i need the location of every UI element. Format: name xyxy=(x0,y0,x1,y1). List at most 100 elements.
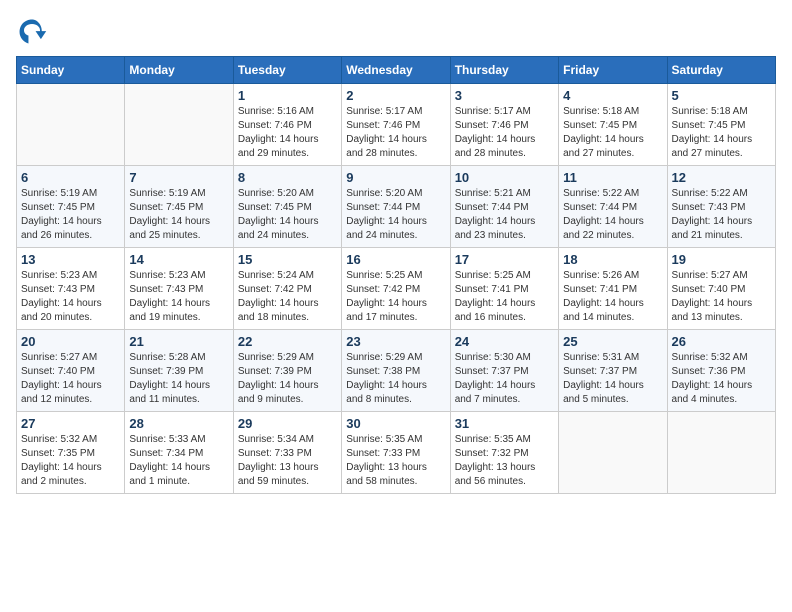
calendar-cell: 15 Sunrise: 5:24 AMSunset: 7:42 PMDayligh… xyxy=(233,248,341,330)
cell-content: Sunrise: 5:23 AMSunset: 7:43 PMDaylight:… xyxy=(129,269,228,325)
col-header-tuesday: Tuesday xyxy=(233,57,341,84)
cell-content: Sunrise: 5:26 AMSunset: 7:41 PMDaylight:… xyxy=(563,269,662,325)
calendar-cell: 16 Sunrise: 5:25 AMSunset: 7:42 PMDayligh… xyxy=(342,248,450,330)
page-header xyxy=(16,16,776,48)
calendar-cell: 9 Sunrise: 5:20 AMSunset: 7:44 PMDaylight… xyxy=(342,166,450,248)
day-number: 5 xyxy=(672,88,771,103)
calendar-cell xyxy=(667,412,775,494)
cell-content: Sunrise: 5:27 AMSunset: 7:40 PMDaylight:… xyxy=(21,351,120,407)
day-number: 6 xyxy=(21,170,120,185)
day-number: 10 xyxy=(455,170,554,185)
calendar-cell: 24 Sunrise: 5:30 AMSunset: 7:37 PMDayligh… xyxy=(450,330,558,412)
cell-content: Sunrise: 5:33 AMSunset: 7:34 PMDaylight:… xyxy=(129,433,228,489)
calendar-cell: 20 Sunrise: 5:27 AMSunset: 7:40 PMDayligh… xyxy=(17,330,125,412)
calendar-header: SundayMondayTuesdayWednesdayThursdayFrid… xyxy=(17,57,776,84)
calendar-cell: 1 Sunrise: 5:16 AMSunset: 7:46 PMDaylight… xyxy=(233,84,341,166)
calendar-cell: 26 Sunrise: 5:32 AMSunset: 7:36 PMDayligh… xyxy=(667,330,775,412)
day-number: 16 xyxy=(346,252,445,267)
cell-content: Sunrise: 5:32 AMSunset: 7:36 PMDaylight:… xyxy=(672,351,771,407)
cell-content: Sunrise: 5:35 AMSunset: 7:32 PMDaylight:… xyxy=(455,433,554,489)
cell-content: Sunrise: 5:18 AMSunset: 7:45 PMDaylight:… xyxy=(672,105,771,161)
cell-content: Sunrise: 5:25 AMSunset: 7:41 PMDaylight:… xyxy=(455,269,554,325)
cell-content: Sunrise: 5:19 AMSunset: 7:45 PMDaylight:… xyxy=(129,187,228,243)
calendar-cell xyxy=(559,412,667,494)
header-row: SundayMondayTuesdayWednesdayThursdayFrid… xyxy=(17,57,776,84)
cell-content: Sunrise: 5:20 AMSunset: 7:44 PMDaylight:… xyxy=(346,187,445,243)
cell-content: Sunrise: 5:35 AMSunset: 7:33 PMDaylight:… xyxy=(346,433,445,489)
cell-content: Sunrise: 5:25 AMSunset: 7:42 PMDaylight:… xyxy=(346,269,445,325)
day-number: 9 xyxy=(346,170,445,185)
col-header-friday: Friday xyxy=(559,57,667,84)
day-number: 29 xyxy=(238,416,337,431)
week-row-1: 1 Sunrise: 5:16 AMSunset: 7:46 PMDaylight… xyxy=(17,84,776,166)
cell-content: Sunrise: 5:17 AMSunset: 7:46 PMDaylight:… xyxy=(346,105,445,161)
day-number: 19 xyxy=(672,252,771,267)
day-number: 13 xyxy=(21,252,120,267)
col-header-wednesday: Wednesday xyxy=(342,57,450,84)
calendar-table: SundayMondayTuesdayWednesdayThursdayFrid… xyxy=(16,56,776,494)
week-row-2: 6 Sunrise: 5:19 AMSunset: 7:45 PMDaylight… xyxy=(17,166,776,248)
col-header-sunday: Sunday xyxy=(17,57,125,84)
day-number: 22 xyxy=(238,334,337,349)
calendar-cell: 30 Sunrise: 5:35 AMSunset: 7:33 PMDayligh… xyxy=(342,412,450,494)
calendar-cell: 29 Sunrise: 5:34 AMSunset: 7:33 PMDayligh… xyxy=(233,412,341,494)
cell-content: Sunrise: 5:17 AMSunset: 7:46 PMDaylight:… xyxy=(455,105,554,161)
calendar-cell: 28 Sunrise: 5:33 AMSunset: 7:34 PMDayligh… xyxy=(125,412,233,494)
cell-content: Sunrise: 5:19 AMSunset: 7:45 PMDaylight:… xyxy=(21,187,120,243)
calendar-cell: 6 Sunrise: 5:19 AMSunset: 7:45 PMDaylight… xyxy=(17,166,125,248)
calendar-cell xyxy=(17,84,125,166)
col-header-saturday: Saturday xyxy=(667,57,775,84)
calendar-cell: 13 Sunrise: 5:23 AMSunset: 7:43 PMDayligh… xyxy=(17,248,125,330)
calendar-cell: 8 Sunrise: 5:20 AMSunset: 7:45 PMDaylight… xyxy=(233,166,341,248)
col-header-thursday: Thursday xyxy=(450,57,558,84)
calendar-cell: 27 Sunrise: 5:32 AMSunset: 7:35 PMDayligh… xyxy=(17,412,125,494)
calendar-cell: 2 Sunrise: 5:17 AMSunset: 7:46 PMDaylight… xyxy=(342,84,450,166)
day-number: 26 xyxy=(672,334,771,349)
calendar-cell: 3 Sunrise: 5:17 AMSunset: 7:46 PMDaylight… xyxy=(450,84,558,166)
cell-content: Sunrise: 5:30 AMSunset: 7:37 PMDaylight:… xyxy=(455,351,554,407)
cell-content: Sunrise: 5:28 AMSunset: 7:39 PMDaylight:… xyxy=(129,351,228,407)
cell-content: Sunrise: 5:22 AMSunset: 7:44 PMDaylight:… xyxy=(563,187,662,243)
day-number: 15 xyxy=(238,252,337,267)
day-number: 24 xyxy=(455,334,554,349)
cell-content: Sunrise: 5:22 AMSunset: 7:43 PMDaylight:… xyxy=(672,187,771,243)
week-row-4: 20 Sunrise: 5:27 AMSunset: 7:40 PMDayligh… xyxy=(17,330,776,412)
cell-content: Sunrise: 5:24 AMSunset: 7:42 PMDaylight:… xyxy=(238,269,337,325)
day-number: 14 xyxy=(129,252,228,267)
cell-content: Sunrise: 5:16 AMSunset: 7:46 PMDaylight:… xyxy=(238,105,337,161)
day-number: 23 xyxy=(346,334,445,349)
calendar-cell xyxy=(125,84,233,166)
cell-content: Sunrise: 5:23 AMSunset: 7:43 PMDaylight:… xyxy=(21,269,120,325)
calendar-cell: 17 Sunrise: 5:25 AMSunset: 7:41 PMDayligh… xyxy=(450,248,558,330)
day-number: 25 xyxy=(563,334,662,349)
day-number: 1 xyxy=(238,88,337,103)
cell-content: Sunrise: 5:29 AMSunset: 7:38 PMDaylight:… xyxy=(346,351,445,407)
day-number: 30 xyxy=(346,416,445,431)
day-number: 17 xyxy=(455,252,554,267)
calendar-cell: 10 Sunrise: 5:21 AMSunset: 7:44 PMDayligh… xyxy=(450,166,558,248)
calendar-cell: 5 Sunrise: 5:18 AMSunset: 7:45 PMDaylight… xyxy=(667,84,775,166)
cell-content: Sunrise: 5:18 AMSunset: 7:45 PMDaylight:… xyxy=(563,105,662,161)
day-number: 3 xyxy=(455,88,554,103)
cell-content: Sunrise: 5:29 AMSunset: 7:39 PMDaylight:… xyxy=(238,351,337,407)
cell-content: Sunrise: 5:34 AMSunset: 7:33 PMDaylight:… xyxy=(238,433,337,489)
day-number: 21 xyxy=(129,334,228,349)
calendar-cell: 31Sunrise: 5:35 AMSunset: 7:32 PMDayligh… xyxy=(450,412,558,494)
day-number: 2 xyxy=(346,88,445,103)
cell-content: Sunrise: 5:32 AMSunset: 7:35 PMDaylight:… xyxy=(21,433,120,489)
calendar-body: 1 Sunrise: 5:16 AMSunset: 7:46 PMDaylight… xyxy=(17,84,776,494)
calendar-cell: 23 Sunrise: 5:29 AMSunset: 7:38 PMDayligh… xyxy=(342,330,450,412)
cell-content: Sunrise: 5:20 AMSunset: 7:45 PMDaylight:… xyxy=(238,187,337,243)
day-number: 27 xyxy=(21,416,120,431)
week-row-5: 27 Sunrise: 5:32 AMSunset: 7:35 PMDayligh… xyxy=(17,412,776,494)
week-row-3: 13 Sunrise: 5:23 AMSunset: 7:43 PMDayligh… xyxy=(17,248,776,330)
day-number: 28 xyxy=(129,416,228,431)
day-number: 20 xyxy=(21,334,120,349)
calendar-cell: 14 Sunrise: 5:23 AMSunset: 7:43 PMDayligh… xyxy=(125,248,233,330)
calendar-cell: 12Sunrise: 5:22 AMSunset: 7:43 PMDayligh… xyxy=(667,166,775,248)
logo-icon xyxy=(16,16,48,48)
cell-content: Sunrise: 5:21 AMSunset: 7:44 PMDaylight:… xyxy=(455,187,554,243)
day-number: 8 xyxy=(238,170,337,185)
day-number: 11 xyxy=(563,170,662,185)
calendar-cell: 22 Sunrise: 5:29 AMSunset: 7:39 PMDayligh… xyxy=(233,330,341,412)
